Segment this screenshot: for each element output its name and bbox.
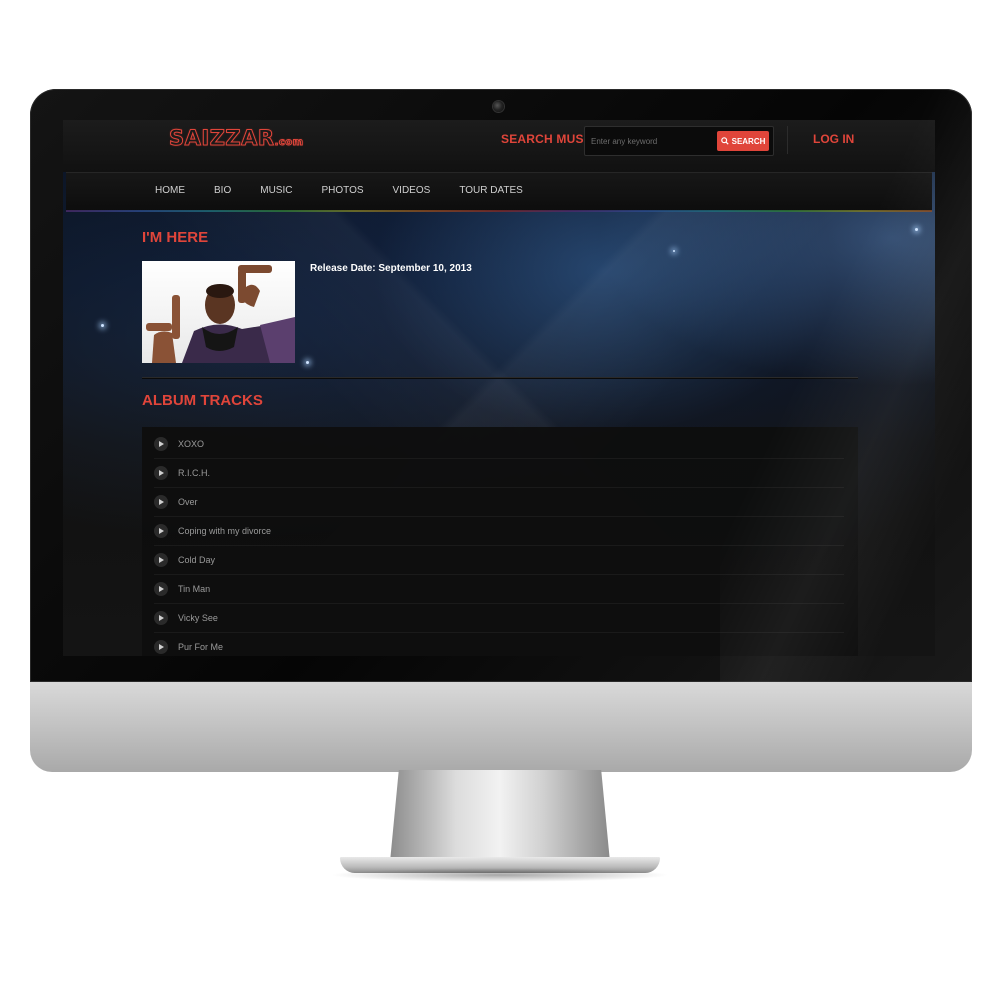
track-name: R.I.C.H.	[178, 467, 211, 478]
play-icon[interactable]	[154, 523, 168, 538]
track-name: XOXO	[178, 438, 205, 449]
logo-text: SAIZZAR	[169, 126, 275, 151]
webcam	[493, 101, 504, 112]
search-button-label: SEARCH	[731, 136, 766, 146]
track-name: Cold Day	[178, 554, 216, 565]
track-row[interactable]: Coping with my divorce	[154, 516, 844, 546]
section-divider	[142, 377, 858, 378]
login-link[interactable]: LOG IN	[813, 132, 854, 146]
track-name: Pur For Me	[178, 641, 224, 652]
stand-shadow	[330, 868, 670, 882]
star-decoration	[101, 324, 104, 327]
track-row[interactable]: Over	[154, 487, 844, 517]
site-logo[interactable]: SAIZZAR.com	[169, 126, 304, 151]
track-row[interactable]: R.I.C.H.	[154, 458, 844, 488]
monitor-stand	[390, 770, 610, 862]
nav-item-music[interactable]: MUSIC	[260, 185, 292, 196]
monitor-chin	[30, 682, 972, 772]
play-icon[interactable]	[154, 639, 168, 654]
nav-item-tour-dates[interactable]: TOUR DATES	[459, 185, 523, 196]
nav-item-videos[interactable]: VIDEOS	[393, 185, 431, 196]
nav-item-photos[interactable]: PHOTOS	[321, 185, 363, 196]
nav-item-home[interactable]: HOME	[155, 185, 185, 196]
track-name: Coping with my divorce	[178, 525, 272, 536]
play-icon[interactable]	[154, 610, 168, 625]
play-icon[interactable]	[154, 581, 168, 596]
nav-color-stripe	[66, 210, 932, 212]
search-input[interactable]	[589, 131, 713, 151]
track-name: Over	[178, 496, 198, 507]
track-row[interactable]: Vicky See	[154, 603, 844, 633]
track-row[interactable]: XOXO	[154, 429, 844, 459]
play-icon[interactable]	[154, 494, 168, 509]
play-icon[interactable]	[154, 552, 168, 567]
top-bar: SAIZZAR.com SEARCH MUSIC SEARCH LOG IN	[63, 120, 935, 172]
search-button[interactable]: SEARCH	[717, 131, 769, 151]
star-decoration	[673, 250, 675, 252]
search-music-label: SEARCH MUSIC	[501, 132, 597, 146]
header-divider	[787, 126, 788, 154]
play-icon[interactable]	[154, 436, 168, 451]
nav-item-bio[interactable]: BIO	[214, 185, 231, 196]
track-name: Vicky See	[178, 612, 218, 623]
track-row[interactable]: Tin Man	[154, 574, 844, 604]
album-cover-image[interactable]	[142, 261, 295, 363]
track-row[interactable]: Cold Day	[154, 545, 844, 575]
screen: SAIZZAR.com SEARCH MUSIC SEARCH LOG IN H…	[63, 120, 935, 656]
main-nav: HOME BIO MUSIC PHOTOS VIDEOS TOUR DATES	[66, 172, 932, 211]
logo-suffix: .com	[274, 137, 304, 149]
track-row[interactable]: Pur For Me	[154, 632, 844, 656]
search-box: SEARCH	[584, 126, 774, 156]
album-tracks-title: ALBUM TRACKS	[142, 392, 263, 409]
tracks-list: XOXO R.I.C.H. Over Coping with my divorc…	[142, 427, 858, 656]
star-decoration	[915, 228, 918, 231]
release-date: Release Date: September 10, 2013	[310, 263, 472, 274]
play-icon[interactable]	[154, 465, 168, 480]
artist-photo	[146, 265, 295, 363]
track-name: Tin Man	[178, 583, 211, 594]
star-decoration	[306, 361, 309, 364]
search-icon	[720, 137, 729, 145]
album-title: I'M HERE	[142, 229, 209, 246]
